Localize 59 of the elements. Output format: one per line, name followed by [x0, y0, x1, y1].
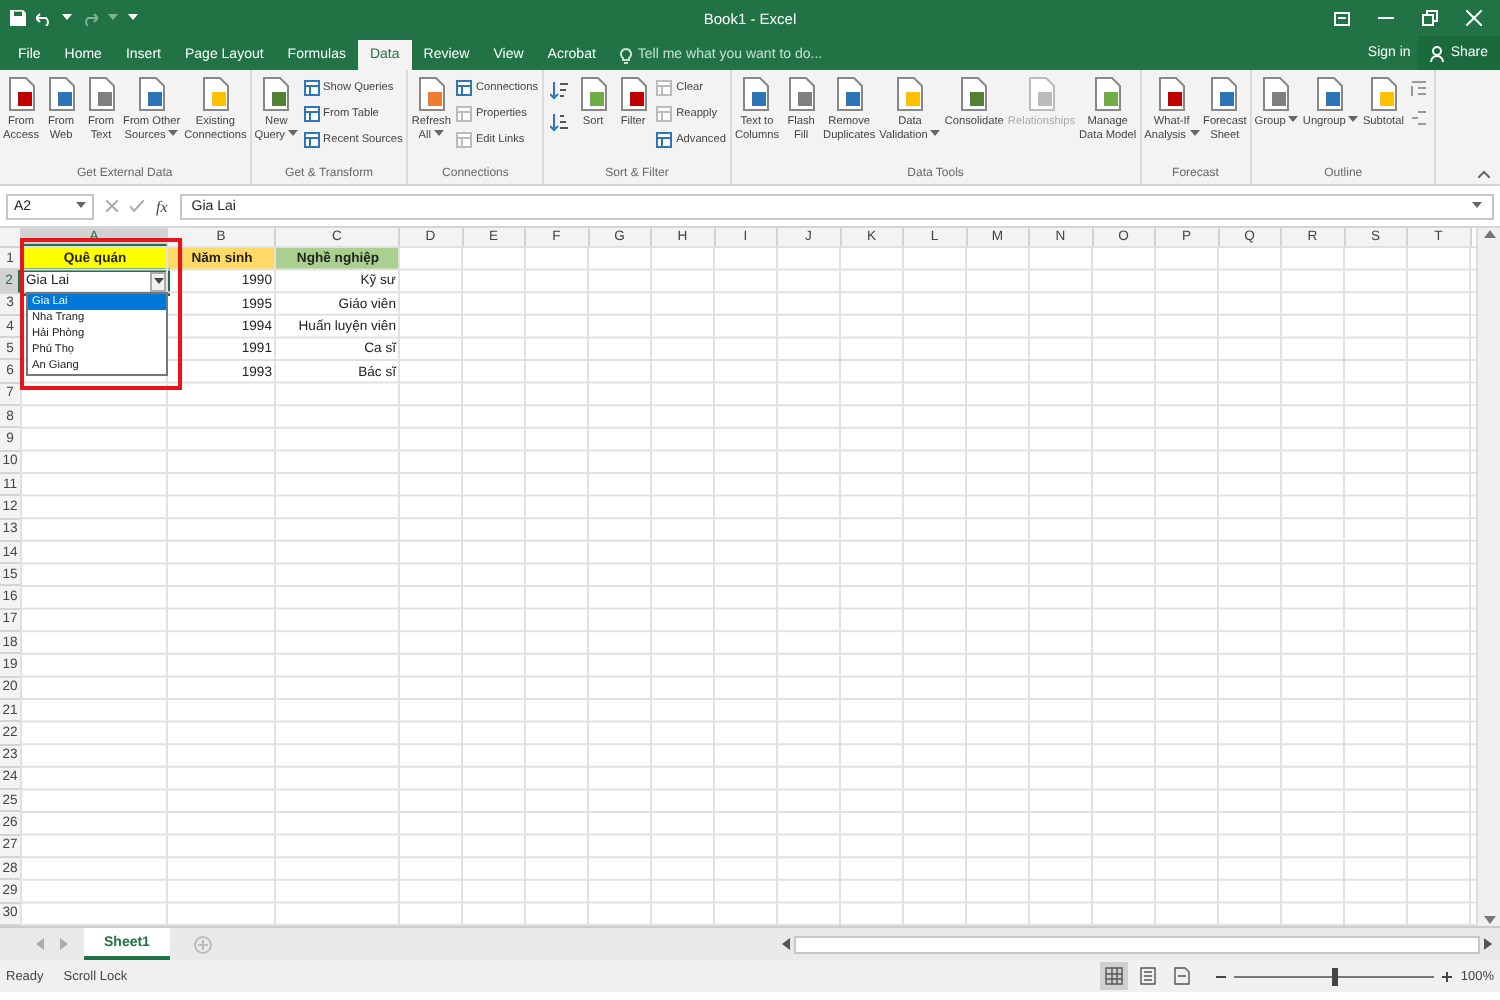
hide-detail-icon[interactable] — [1410, 110, 1429, 128]
ribbon-display-icon[interactable] — [1334, 11, 1350, 25]
sort-ascending-icon[interactable] — [550, 80, 569, 100]
page-icon — [413, 76, 450, 112]
page-icon — [1153, 76, 1190, 112]
view-icon — [1104, 966, 1125, 986]
scroll-left-icon[interactable] — [782, 938, 790, 950]
zoom-in-icon[interactable] — [1442, 971, 1453, 981]
small-table-icon — [455, 80, 472, 96]
page-icon — [575, 76, 612, 112]
dropdown-button[interactable] — [150, 271, 166, 291]
small-table-icon — [303, 132, 320, 148]
restore-icon[interactable] — [1422, 10, 1438, 26]
page-icon — [258, 76, 295, 112]
page-icon — [197, 76, 234, 112]
caret-icon — [76, 202, 86, 210]
caret-icon — [1472, 202, 1482, 210]
page-icon — [1258, 76, 1295, 112]
close-icon[interactable] — [1466, 10, 1482, 26]
show-detail-icon[interactable] — [1410, 80, 1429, 98]
view-button[interactable] — [1100, 962, 1129, 990]
small-table-icon — [656, 80, 673, 96]
page-icon — [83, 76, 120, 112]
scroll-right-icon[interactable] — [1484, 938, 1492, 950]
page-icon — [1023, 76, 1060, 112]
page-icon — [738, 76, 775, 112]
sort-descending-icon[interactable] — [550, 112, 569, 132]
page-icon — [831, 76, 868, 112]
page-icon — [1089, 76, 1126, 112]
view-icon — [1138, 966, 1159, 986]
zoom-thumb[interactable] — [1332, 967, 1339, 985]
save-icon[interactable] — [10, 10, 26, 26]
undo-icon[interactable] — [36, 11, 52, 25]
page-icon — [1312, 76, 1349, 112]
page-icon — [783, 76, 820, 112]
small-table-icon — [656, 106, 673, 122]
small-table-icon — [455, 106, 472, 122]
collapse-ribbon-icon[interactable] — [1478, 170, 1490, 178]
page-icon — [615, 76, 652, 112]
page-icon — [956, 76, 993, 112]
view-icon — [1172, 966, 1193, 986]
caret-icon — [153, 277, 163, 285]
caret-icon — [62, 14, 72, 22]
horizontal-scrollbar[interactable] — [794, 935, 1480, 953]
page-icon — [1206, 76, 1243, 112]
minimize-icon[interactable] — [1378, 16, 1394, 20]
person-icon — [1430, 45, 1445, 61]
small-table-icon — [656, 132, 673, 148]
zoom-out-icon[interactable] — [1216, 971, 1227, 981]
page-icon — [892, 76, 929, 112]
page-icon — [133, 76, 170, 112]
lightbulb-icon — [619, 47, 632, 63]
page-icon — [43, 76, 80, 112]
small-table-icon — [303, 106, 320, 122]
small-table-icon — [455, 132, 472, 148]
page-icon — [1365, 76, 1402, 112]
select-all-corner[interactable] — [0, 228, 22, 248]
insert-function-button[interactable]: fx — [156, 197, 168, 215]
small-table-icon — [303, 80, 320, 96]
